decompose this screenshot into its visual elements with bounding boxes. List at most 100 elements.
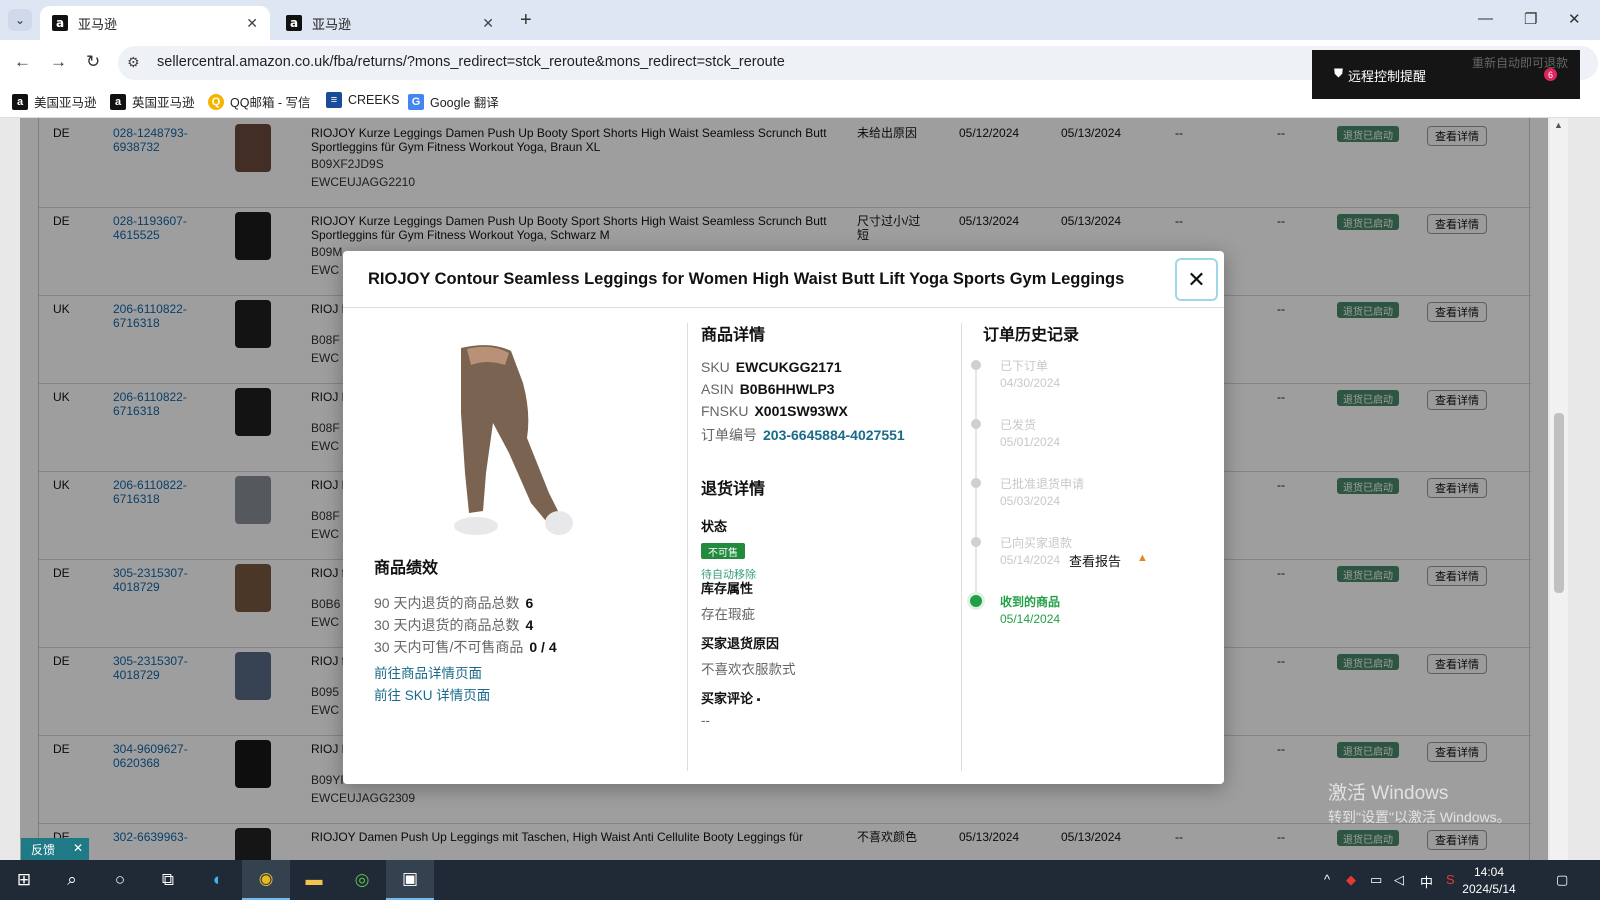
windows-start-icon[interactable]: ⊞ [0, 860, 48, 900]
feedback-button[interactable]: 反馈 ✕ [21, 838, 89, 860]
kv-label: SKU [701, 359, 730, 375]
order-number-link[interactable]: 203-6645884-4027551 [763, 427, 905, 443]
network-icon[interactable]: ▭ [1370, 872, 1382, 888]
event-label: 已向买家退款 [1000, 536, 1073, 550]
kv-value: 4 [525, 617, 534, 633]
return-detail-modal: RIOJOY Contour Seamless Leggings for Wom… [343, 251, 1224, 784]
qq-mail-icon: Q [208, 93, 224, 110]
page-scrollbar[interactable]: ▲ [1550, 118, 1568, 860]
column-divider [961, 323, 962, 771]
shield-icon: ⛊ [1334, 66, 1344, 80]
scrollbar-thumb[interactable] [1554, 413, 1564, 593]
file-explorer-icon[interactable]: ▬ [290, 860, 338, 900]
amazon-icon: a [52, 15, 68, 31]
clock-date: 2024/5/14 [1462, 882, 1516, 896]
notification-center-icon[interactable]: ▢ [1556, 872, 1568, 888]
tab-search-button[interactable]: ⌄ [8, 9, 32, 31]
order-timeline: 已下订单 04/30/2024 已发货 05/01/2024 已批准退货申请 0… [970, 357, 1211, 647]
status-badge: 不可售 [701, 543, 745, 559]
remote-control-notice[interactable]: 重新自动即可退款 ⛊ 远程控制提醒 6 [1312, 50, 1580, 99]
tab-amazon-2[interactable]: a 亚马逊 ✕ [274, 6, 506, 40]
app-icon-green[interactable]: ◎ [338, 860, 386, 900]
scroll-up-icon[interactable]: ▲ [1554, 120, 1563, 130]
minimize-button[interactable]: — [1478, 10, 1493, 27]
watermark-line2: 转到"设置"以激活 Windows。 [1328, 809, 1511, 825]
watermark-line1: 激活 Windows [1328, 783, 1449, 804]
column-divider [687, 323, 688, 771]
bookmark-google-translate[interactable]: G Google 翻译 [408, 92, 499, 111]
windows-activation-watermark: 激活 Windows 转到"设置"以激活 Windows。 [1328, 778, 1511, 827]
bookmark-creeks[interactable]: ≡ CREEKS [326, 92, 399, 108]
sogou-icon[interactable]: S [1446, 872, 1455, 887]
buyer-comment-label: 买家评论 ▪ [701, 688, 761, 707]
app-icon-blue[interactable]: ▣ [386, 860, 434, 900]
event-date: 05/14/2024 [1000, 553, 1061, 567]
remote-notice-label: 远程控制提醒 [1348, 69, 1427, 84]
buyer-comment-value: -- [701, 713, 710, 728]
url-text: sellercentral.amazon.co.uk/fba/returns/?… [157, 54, 785, 70]
close-icon[interactable]: ✕ [482, 15, 494, 32]
inventory-attribute-value: 存在瑕疵 [701, 607, 755, 622]
site-info-icon[interactable]: ⚙ [127, 54, 140, 71]
tray-app-icon[interactable]: ◆ [1346, 872, 1356, 888]
fnsku-value: X001SW93WX [754, 403, 848, 419]
windows-taskbar: ⊞ ⌕ ○ ⧉ ◐ ◉ ▬ ◎ ▣ ^ ◆ ▭ ◁ 中 S 14:04 2024… [0, 860, 1600, 900]
sku-row: SKU EWCUKGG2171 [701, 359, 842, 375]
search-icon[interactable]: ⌕ [48, 860, 96, 900]
clock-time: 14:04 [1473, 865, 1505, 879]
timeline-dot [971, 478, 981, 488]
returns-90-days: 90 天内退货的商品总数 6 [374, 593, 533, 613]
asin-row: ASIN B0B6HHWLP3 [701, 381, 835, 397]
kv-label: 30 天内可售/不可售商品 [374, 639, 524, 655]
kv-value: 6 [525, 595, 534, 611]
system-clock[interactable]: 14:04 2024/5/14 [1456, 864, 1522, 898]
comment-label-text: 买家评论 [701, 691, 754, 706]
event-label: 已下订单 [1000, 359, 1049, 373]
close-icon[interactable]: ✕ [246, 15, 258, 32]
product-detail-link[interactable]: 前往商品详情页面 [374, 662, 482, 682]
bookmark-uk-amazon[interactable]: a 英国亚马逊 [110, 92, 195, 111]
amazon-icon: a [12, 93, 28, 110]
tray-expand-icon[interactable]: ^ [1324, 872, 1330, 887]
modal-header: RIOJOY Contour Seamless Leggings for Wom… [343, 251, 1224, 308]
notification-badge: 6 [1544, 68, 1557, 81]
ime-indicator[interactable]: 中 [1420, 872, 1433, 891]
comment-icon[interactable]: ▪ [757, 694, 761, 706]
chrome-icon[interactable]: ◉ [242, 860, 290, 900]
event-date: 05/01/2024 [1000, 435, 1061, 449]
edge-icon[interactable]: ◐ [194, 860, 242, 900]
task-view-icon[interactable]: ⧉ [144, 860, 192, 900]
maximize-button[interactable]: ❐ [1524, 10, 1537, 28]
return-reason-value: 不喜欢衣服款式 [701, 662, 796, 677]
bookmark-qq-mail[interactable]: Q QQ邮箱 - 写信 [208, 92, 311, 111]
fnsku-row: FNSKU X001SW93WX [701, 403, 848, 419]
new-tab-button[interactable]: + [520, 9, 532, 32]
volume-icon[interactable]: ◁ [1394, 872, 1404, 888]
tab-amazon-1[interactable]: a 亚马逊 ✕ [40, 6, 270, 40]
kv-label: ASIN [701, 381, 734, 397]
timeline-event-return-approved: 已批准退货申请 05/03/2024 [971, 475, 1211, 525]
bookmark-us-amazon[interactable]: a 美国亚马逊 [12, 92, 97, 111]
timeline-dot [971, 537, 981, 547]
order-history-heading: 订单历史记录 [983, 327, 1080, 344]
event-date: 05/14/2024 [1000, 612, 1061, 626]
view-report-link[interactable]: 查看报告 [1069, 551, 1121, 570]
kv-label: 90 天内退货的商品总数 [374, 595, 520, 611]
kv-label: 订单编号 [701, 427, 757, 443]
event-label: 已批准退货申请 [1000, 477, 1085, 491]
kv-label: FNSKU [701, 403, 749, 419]
reload-icon[interactable]: ↻ [86, 52, 100, 72]
close-icon[interactable]: ✕ [73, 841, 83, 855]
back-icon[interactable]: ← [14, 52, 31, 72]
window-close-button[interactable]: ✕ [1568, 10, 1581, 28]
forward-icon[interactable]: → [50, 52, 67, 72]
cortana-icon[interactable]: ○ [96, 860, 144, 900]
modal-close-button[interactable]: ✕ [1175, 258, 1218, 301]
event-label: 收到的商品 [1000, 595, 1061, 609]
bookmark-label: CREEKS [348, 93, 400, 107]
tab-label: 亚马逊 [78, 16, 118, 32]
sku-detail-link[interactable]: 前往 SKU 详情页面 [374, 684, 490, 704]
timeline-event-ordered: 已下订单 04/30/2024 [971, 357, 1211, 407]
feedback-label: 反馈 [31, 842, 56, 857]
bookmark-label: Google 翻译 [430, 96, 499, 110]
